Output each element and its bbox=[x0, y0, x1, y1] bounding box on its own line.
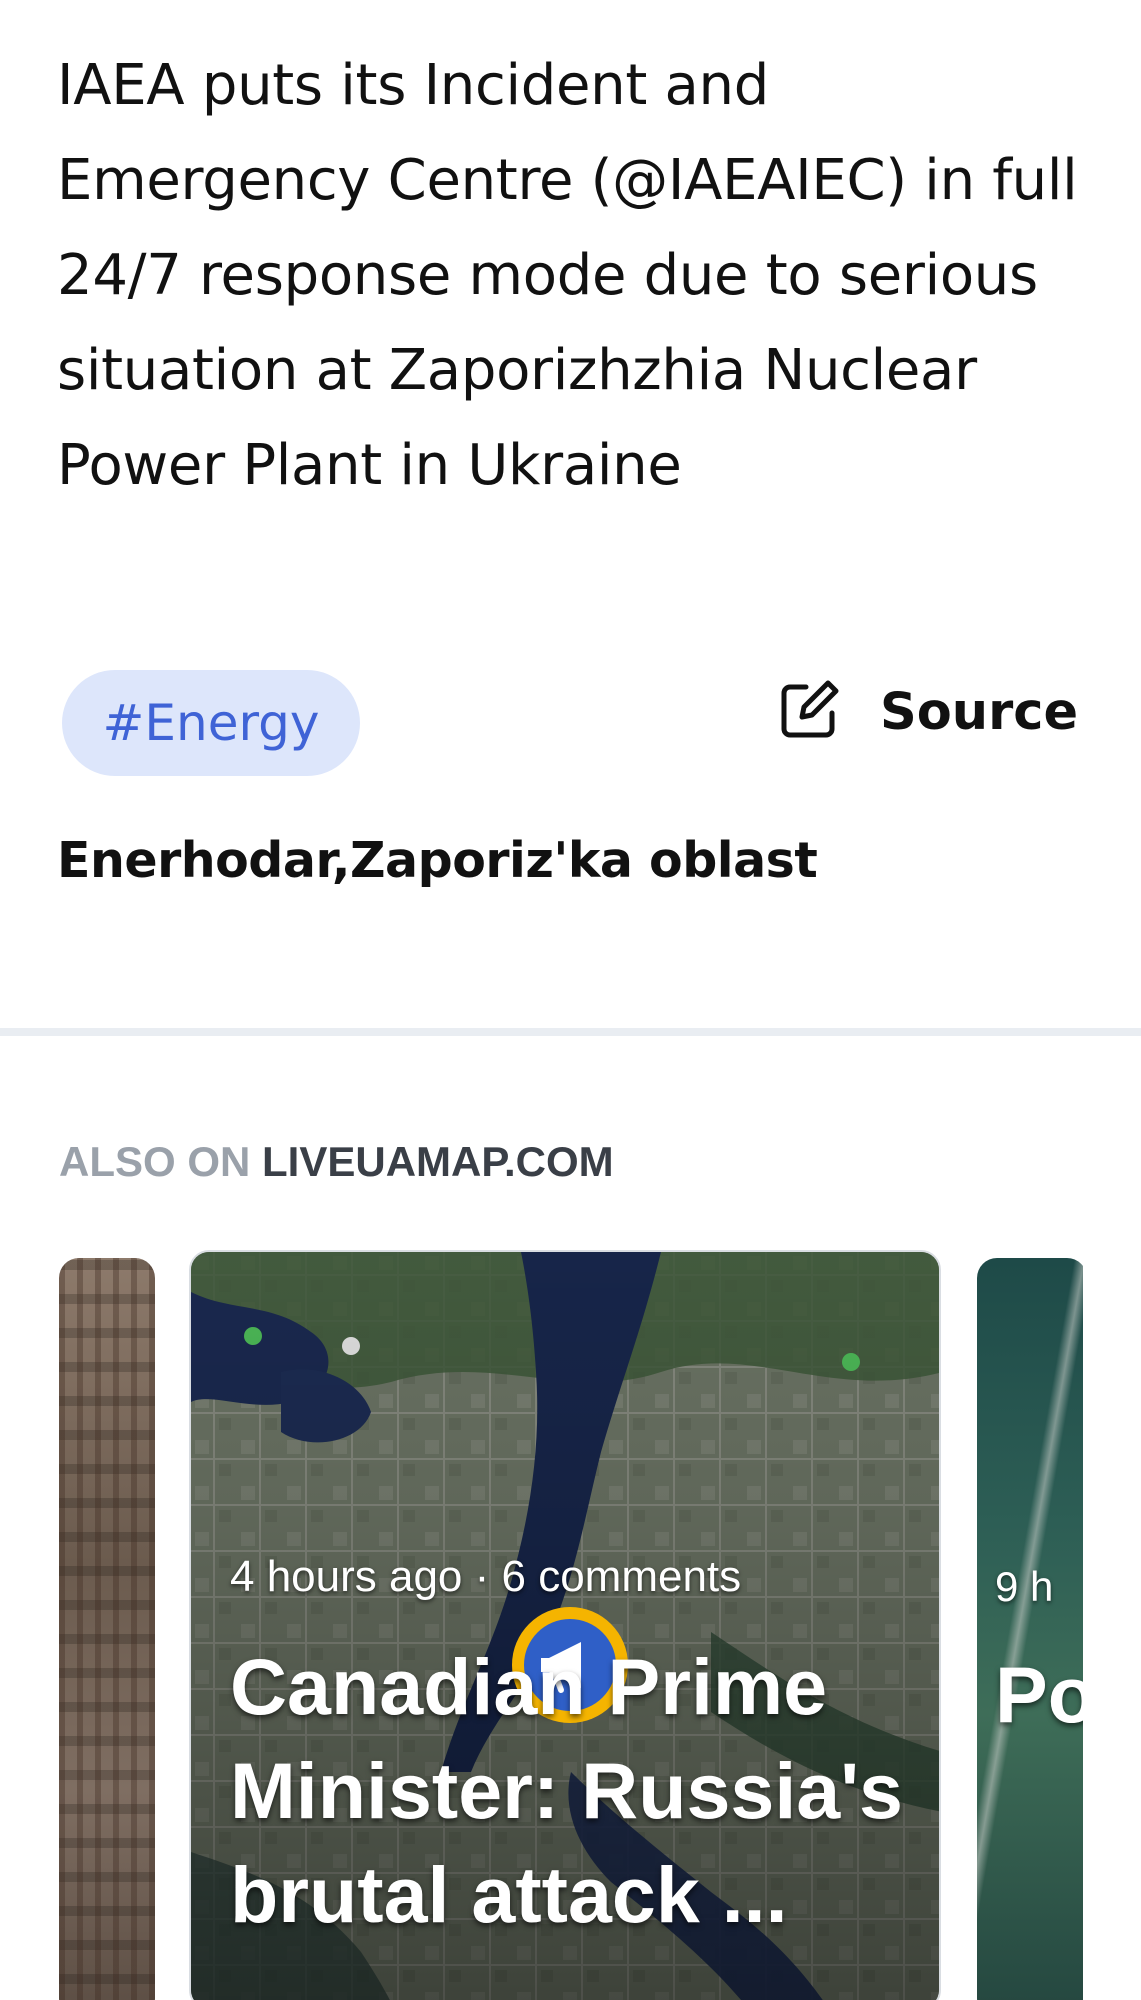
article-headline: IAEA puts its Incident and Emergency Cen… bbox=[57, 53, 1078, 498]
source-label: Source bbox=[880, 682, 1079, 742]
also-on-prefix: ALSO ON bbox=[59, 1138, 251, 1185]
also-on-site: LIVEUAMAP.COM bbox=[262, 1138, 614, 1185]
also-on-heading: ALSO ON LIVEUAMAP.COM bbox=[59, 1138, 614, 1186]
card-title-next: Po di re bbox=[995, 1650, 1083, 1739]
news-card-next[interactable]: 9 h Po di re bbox=[977, 1258, 1083, 2000]
section-divider bbox=[0, 1028, 1141, 1036]
news-carousel[interactable]: 4 hours ago · 6 comments Canadian Prime … bbox=[59, 1250, 1083, 2000]
article-section: IAEA puts its Incident and Emergency Cen… bbox=[0, 0, 1141, 1028]
card-meta: 4 hours ago · 6 comments bbox=[230, 1552, 742, 1601]
energy-tag[interactable]: #Energy bbox=[62, 670, 360, 776]
card-title: Canadian Prime Minister: Russia's brutal… bbox=[230, 1642, 903, 1939]
source-link[interactable]: Source bbox=[776, 676, 1078, 748]
card-meta-next: 9 h bbox=[995, 1563, 1054, 1610]
news-card-previous[interactable] bbox=[59, 1258, 155, 2000]
external-edit-icon bbox=[776, 677, 842, 748]
location-label: Enerhodar,Zaporiz'ka oblast bbox=[57, 832, 818, 889]
news-card[interactable]: 4 hours ago · 6 comments Canadian Prime … bbox=[189, 1250, 941, 2000]
